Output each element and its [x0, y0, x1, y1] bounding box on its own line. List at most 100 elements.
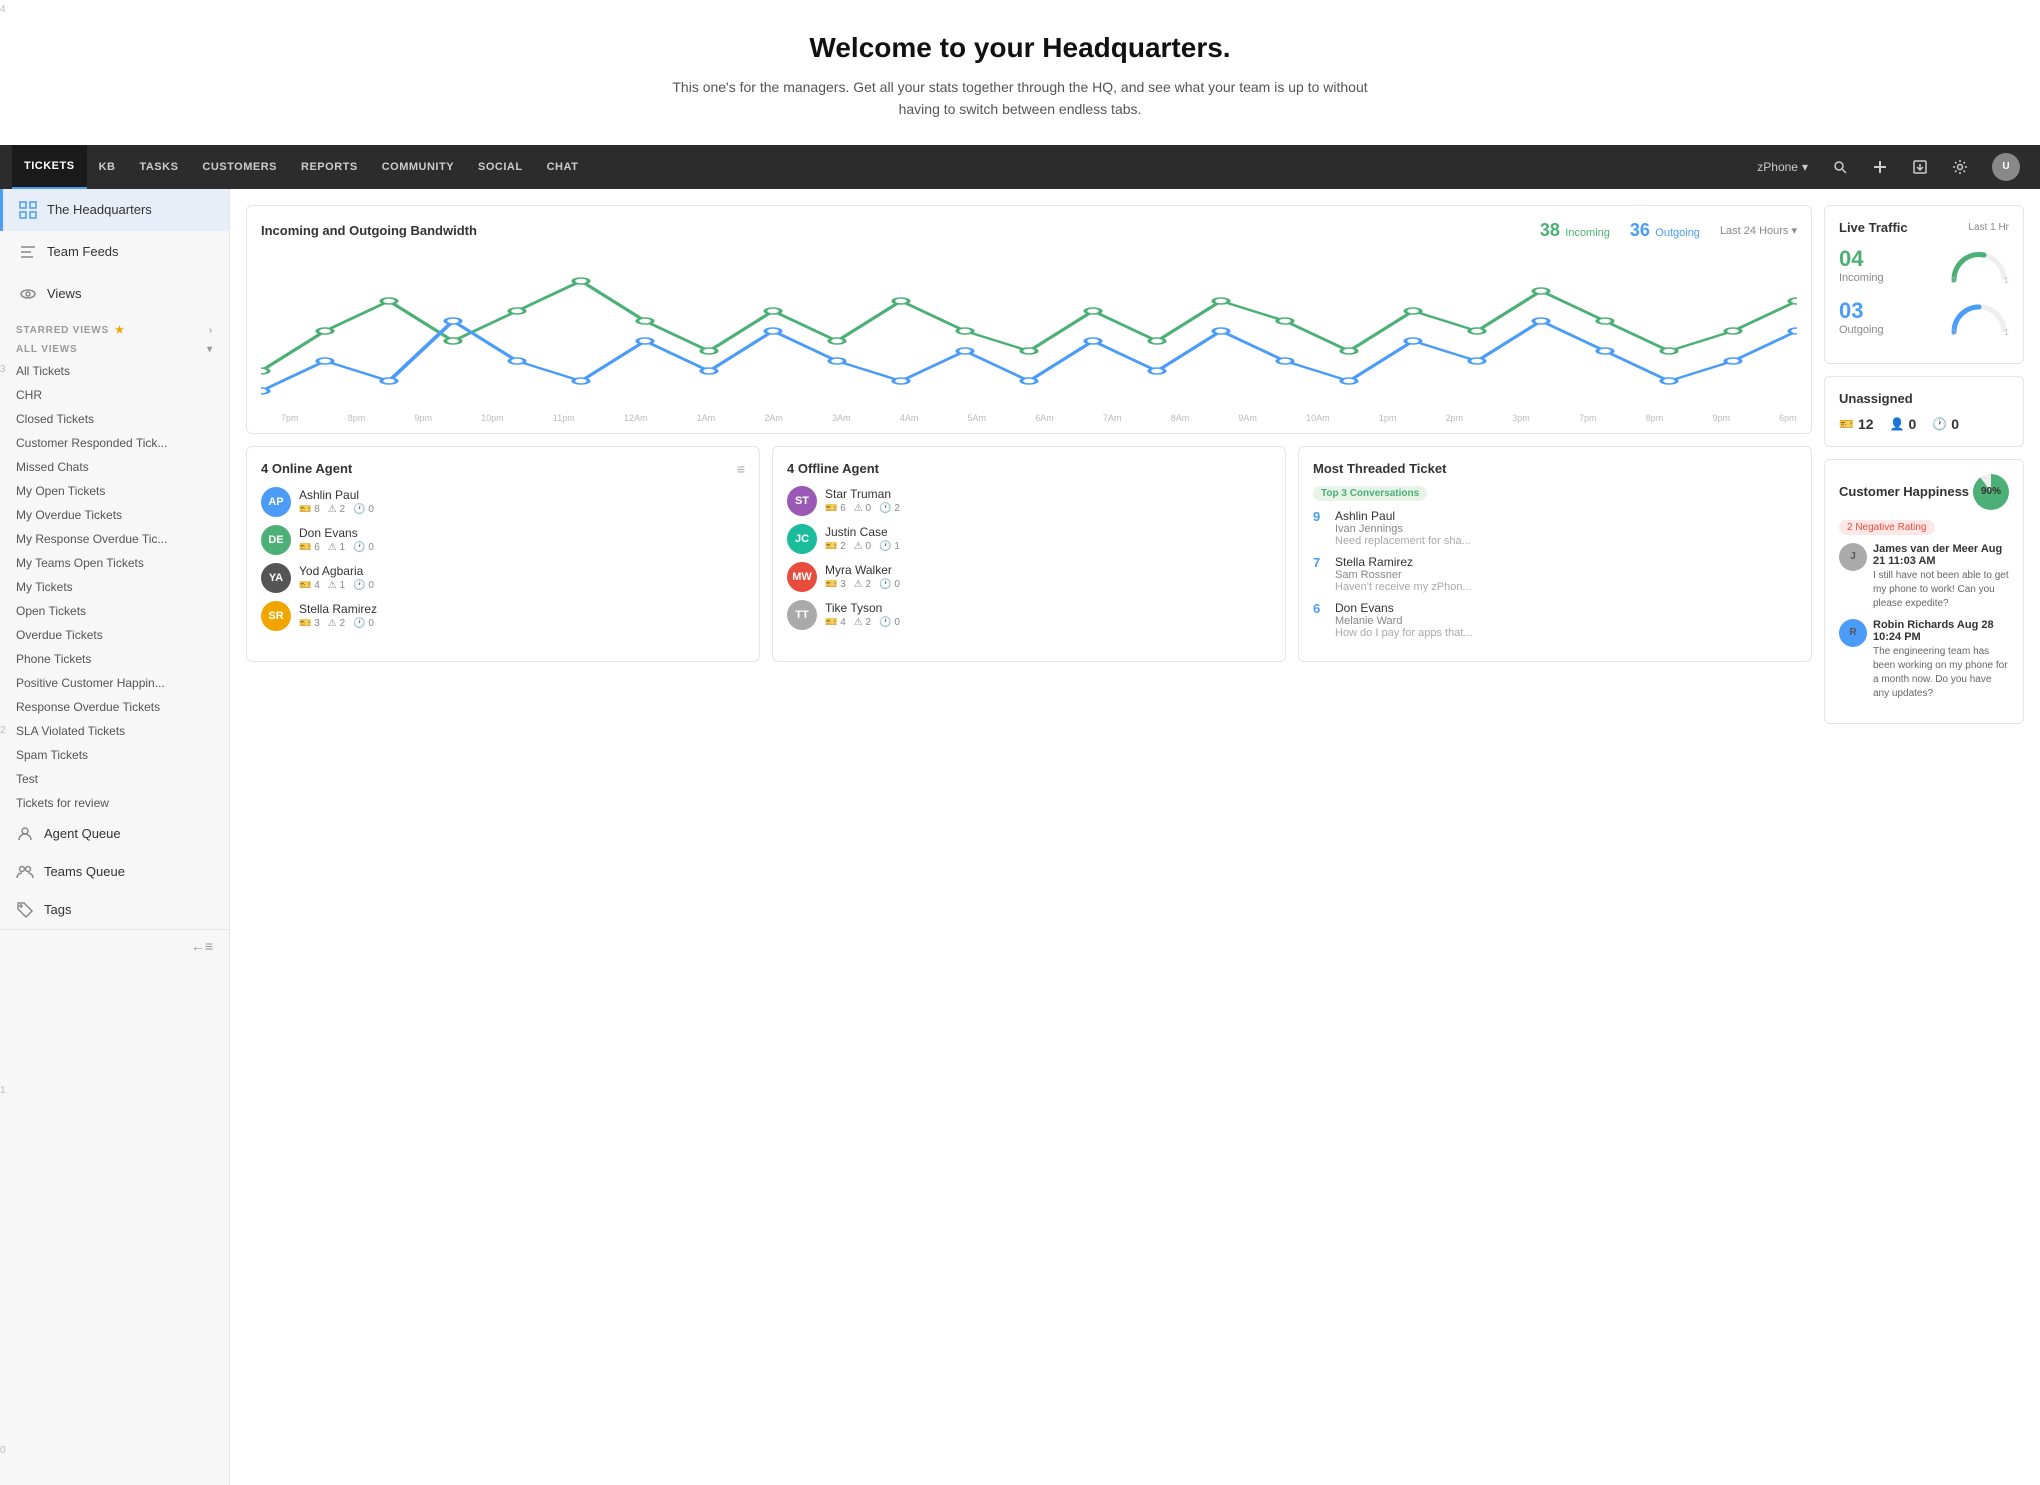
sidebar-link-phone[interactable]: Phone Tickets [0, 647, 229, 671]
nav-community[interactable]: COMMUNITY [370, 145, 466, 189]
welcome-description: This one's for the managers. Get all you… [670, 76, 1370, 121]
tags-label: Tags [44, 902, 71, 917]
outgoing-gauge-row: 03 Outgoing 10 0 [1839, 297, 2009, 337]
avatar: TT [787, 600, 817, 630]
sidebar-link-missed-chats[interactable]: Missed Chats [0, 455, 229, 479]
sidebar-link-overdue[interactable]: Overdue Tickets [0, 623, 229, 647]
sidebar-item-agent-queue[interactable]: Agent Queue [0, 815, 229, 853]
agent-stats: 🎫 4 ⚠ 1 🕐 0 [299, 580, 745, 591]
agent-info: Justin Case 🎫 2 ⚠ 0 🕐 1 [825, 525, 1271, 552]
most-threaded-title: Most Threaded Ticket [1313, 461, 1797, 476]
chart-body: 4 3 2 1 0 [261, 251, 1797, 423]
nav-social[interactable]: SOCIAL [466, 145, 535, 189]
offline-agents-card: 4 Offline Agent ST Star Truman 🎫 6 ⚠ 0 🕐… [772, 446, 1286, 662]
chart-svg [261, 251, 1797, 411]
avatar: ST [787, 486, 817, 516]
avatar: MW [787, 562, 817, 592]
sidebar-link-positive-happiness[interactable]: Positive Customer Happin... [0, 671, 229, 695]
table-row: JC Justin Case 🎫 2 ⚠ 0 🕐 1 [787, 524, 1271, 554]
happiness-header: Customer Happiness 90% [1839, 474, 2009, 510]
starred-views-section: STARRED VIEWS ★ › [0, 315, 229, 340]
list-item: 7 Stella Ramirez Sam Rossner Haven't rec… [1313, 555, 1797, 593]
unassigned-time: 🕐 0 [1932, 416, 1959, 432]
sidebar-link-test[interactable]: Test [0, 767, 229, 791]
content-area: Incoming and Outgoing Bandwidth 38 Incom… [230, 189, 2040, 1485]
all-views-label: ALL VIEWS [16, 344, 77, 355]
sidebar-link-response-overdue[interactable]: Response Overdue Tickets [0, 695, 229, 719]
nav-chat[interactable]: CHAT [535, 145, 591, 189]
sidebar-item-tags[interactable]: Tags [0, 891, 229, 929]
content-right: Live Traffic Last 1 Hr 04 Incoming 10 0 [1824, 205, 2024, 1469]
agent-stats: 🎫 2 ⚠ 0 🕐 1 [825, 541, 1271, 552]
avatar: R [1839, 619, 1867, 647]
agent-stats: 🎫 4 ⚠ 2 🕐 0 [825, 617, 1271, 628]
agent-info: Tike Tyson 🎫 4 ⚠ 2 🕐 0 [825, 601, 1271, 628]
user-avatar-button[interactable]: U [1984, 149, 2028, 185]
sidebar-collapse-button[interactable]: ←≡ [0, 929, 229, 962]
agent-name: Don Evans [299, 526, 745, 540]
nav-tasks[interactable]: TASKS [127, 145, 190, 189]
export-button[interactable] [1904, 155, 1936, 179]
nav-kb[interactable]: KB [87, 145, 128, 189]
nav-tickets[interactable]: TICKETS [12, 145, 87, 189]
agent-name: Myra Walker [825, 563, 1271, 577]
sidebar-item-headquarters[interactable]: The Headquarters [0, 189, 229, 231]
nav-customers[interactable]: CUSTOMERS [190, 145, 289, 189]
overdue-count: ⚠ 2 [328, 504, 345, 515]
agent-info: Stella Ramirez 🎫 3 ⚠ 2 🕐 0 [299, 602, 745, 629]
nav-reports[interactable]: REPORTS [289, 145, 370, 189]
offline-agents-title: 4 Offline Agent [787, 461, 879, 476]
svg-text:10: 10 [2004, 276, 2009, 285]
search-button[interactable] [1824, 155, 1856, 179]
avatar: YA [261, 563, 291, 593]
sidebar-link-open[interactable]: Open Tickets [0, 599, 229, 623]
outgoing-label: Outgoing [1655, 227, 1700, 239]
sidebar-link-customer-responded[interactable]: Customer Responded Tick... [0, 431, 229, 455]
table-row: MW Myra Walker 🎫 3 ⚠ 2 🕐 0 [787, 562, 1271, 592]
online-agents-menu-icon[interactable]: ≡ [737, 461, 745, 477]
online-agents-list: AP Ashlin Paul 🎫 8 ⚠ 2 🕐 0 [261, 487, 745, 631]
welcome-title: Welcome to your Headquarters. [20, 32, 2020, 64]
sidebar-link-all-tickets[interactable]: All Tickets [0, 359, 229, 383]
agent-stats: 🎫 3 ⚠ 2 🕐 0 [299, 618, 745, 629]
sidebar-link-spam[interactable]: Spam Tickets [0, 743, 229, 767]
incoming-gauge-row: 04 Incoming 10 0 [1839, 245, 2009, 285]
sidebar-link-tickets-review[interactable]: Tickets for review [0, 791, 229, 815]
sidebar-link-my-overdue[interactable]: My Overdue Tickets [0, 503, 229, 527]
sidebar-link-chr[interactable]: CHR [0, 383, 229, 407]
negative-badge: 2 Negative Rating [1839, 518, 2009, 543]
sidebar-link-sla[interactable]: SLA Violated Tickets [0, 719, 229, 743]
sidebar-item-teams-queue[interactable]: Teams Queue [0, 853, 229, 891]
avatar: AP [261, 487, 291, 517]
agent-info: Star Truman 🎫 6 ⚠ 0 🕐 2 [825, 487, 1271, 514]
sidebar-link-my-tickets[interactable]: My Tickets [0, 575, 229, 599]
outgoing-gauge-svg: 10 0 [1949, 297, 2009, 337]
sidebar-link-closed[interactable]: Closed Tickets [0, 407, 229, 431]
chart-period[interactable]: Last 24 Hours ▾ [1720, 224, 1797, 237]
time-icon: 🕐 [1932, 417, 1947, 431]
sidebar: The Headquarters Team Feeds Views STARRE… [0, 189, 230, 1485]
agent-name: Yod Agbaria [299, 564, 745, 578]
bottom-row: 4 Online Agent ≡ AP Ashlin Paul 🎫 8 ⚠ 2 [246, 446, 1812, 662]
agent-info: Yod Agbaria 🎫 4 ⚠ 1 🕐 0 [299, 564, 745, 591]
sidebar-item-teamfeeds[interactable]: Team Feeds [0, 231, 229, 273]
agent-queue-label: Agent Queue [44, 826, 121, 841]
bandwidth-chart-card: Incoming and Outgoing Bandwidth 38 Incom… [246, 205, 1812, 434]
agent-info: Myra Walker 🎫 3 ⚠ 2 🕐 0 [825, 563, 1271, 590]
agent-stats: 🎫 3 ⚠ 2 🕐 0 [825, 579, 1271, 590]
all-views-chevron: ▾ [207, 344, 213, 355]
list-item: J James van der Meer Aug 21 11:03 AM I s… [1839, 543, 2009, 611]
live-traffic-card: Live Traffic Last 1 Hr 04 Incoming 10 0 [1824, 205, 2024, 364]
sidebar-item-views[interactable]: Views [0, 273, 229, 315]
app-name-button[interactable]: zPhone ▾ [1749, 156, 1816, 178]
add-button[interactable] [1864, 155, 1896, 179]
starred-arrow[interactable]: › [209, 325, 213, 336]
sidebar-link-my-open[interactable]: My Open Tickets [0, 479, 229, 503]
sidebar-link-my-response-overdue[interactable]: My Response Overdue Tic... [0, 527, 229, 551]
sidebar-link-my-teams-open[interactable]: My Teams Open Tickets [0, 551, 229, 575]
agent-stats: 🎫 6 ⚠ 0 🕐 2 [825, 503, 1271, 514]
settings-button[interactable] [1944, 155, 1976, 179]
all-views-row[interactable]: ALL VIEWS ▾ [0, 340, 229, 359]
agent-info: Ashlin Paul 🎫 8 ⚠ 2 🕐 0 [299, 488, 745, 515]
grid-icon [19, 201, 37, 219]
